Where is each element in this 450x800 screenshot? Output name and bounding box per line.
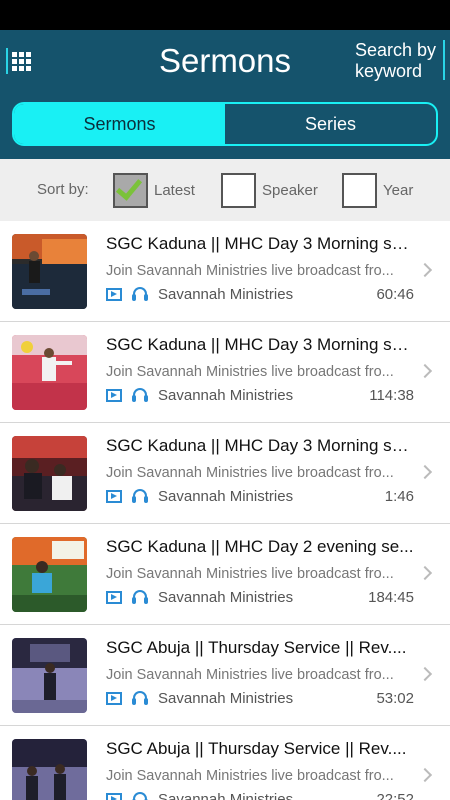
status-bar: [0, 0, 450, 30]
sort-option-label: Speaker: [262, 181, 318, 199]
tab-sermons[interactable]: Sermons: [14, 104, 225, 144]
sermon-meta: Savannah Ministries 22:52: [106, 789, 414, 800]
chevron-right-icon: [417, 666, 433, 682]
sermon-thumbnail: [12, 335, 87, 410]
headphones-icon: [132, 388, 148, 402]
headphones-icon: [132, 691, 148, 705]
sort-option-speaker[interactable]: Speaker: [221, 172, 318, 208]
sermon-duration: 184:45: [368, 588, 414, 606]
sort-option-latest[interactable]: Latest: [113, 172, 195, 208]
chevron-right-icon: [417, 363, 433, 379]
sort-label: Sort by:: [37, 181, 89, 198]
sermon-meta: Savannah Ministries 184:45: [106, 587, 414, 607]
sermon-author: Savannah Ministries: [158, 790, 294, 800]
sermon-thumbnail: [12, 638, 87, 713]
sermon-title: SGC Kaduna || MHC Day 2 evening se...: [106, 537, 414, 556]
sermon-description: Join Savannah Ministries live broadcast …: [106, 364, 394, 380]
list-item[interactable]: SGC Kaduna || MHC Day 3 Morning se... Jo…: [0, 221, 450, 322]
sermon-duration: 22:52: [376, 790, 414, 800]
sort-option-label: Year: [383, 181, 414, 199]
video-icon: [106, 691, 122, 705]
list-item[interactable]: SGC Abuja || Thursday Service || Rev....…: [0, 726, 450, 800]
video-icon: [106, 590, 122, 604]
chevron-right-icon: [417, 767, 433, 783]
list-item[interactable]: SGC Abuja || Thursday Service || Rev....…: [0, 625, 450, 726]
search-label-line1: Search by: [355, 40, 437, 60]
search-by-keyword-button[interactable]: Search by keyword: [355, 40, 445, 81]
tab-series[interactable]: Series: [225, 104, 436, 144]
headphones-icon: [132, 489, 148, 503]
sermon-duration: 53:02: [376, 689, 414, 707]
headphones-icon: [132, 792, 148, 800]
sermon-title: SGC Abuja || Thursday Service || Rev....: [106, 739, 407, 758]
sermon-author: Savannah Ministries: [158, 487, 294, 505]
sermon-description: Join Savannah Ministries live broadcast …: [106, 667, 394, 683]
sermon-meta: Savannah Ministries 53:02: [106, 688, 414, 708]
checkmark-icon: [115, 172, 143, 201]
sermon-meta: Savannah Ministries 60:46: [106, 284, 414, 304]
chevron-right-icon: [417, 262, 433, 278]
sermon-meta: Savannah Ministries 114:38: [106, 385, 414, 405]
sermon-description: Join Savannah Ministries live broadcast …: [106, 566, 394, 582]
sermon-list: SGC Kaduna || MHC Day 3 Morning se... Jo…: [0, 221, 450, 800]
headphones-icon: [132, 287, 148, 301]
sort-option-year[interactable]: Year: [342, 172, 413, 208]
chevron-right-icon: [417, 464, 433, 480]
video-icon: [106, 489, 122, 503]
list-item[interactable]: SGC Kaduna || MHC Day 3 Morning se... Jo…: [0, 322, 450, 423]
chevron-right-icon: [417, 565, 433, 581]
search-label-line2: keyword: [355, 61, 423, 81]
sermon-thumbnail: [12, 234, 87, 309]
sermon-thumbnail: [12, 537, 87, 612]
sermon-description: Join Savannah Ministries live broadcast …: [106, 768, 394, 784]
sermon-thumbnail: [12, 436, 87, 511]
list-item[interactable]: SGC Kaduna || MHC Day 3 Morning se... Jo…: [0, 423, 450, 524]
headphones-icon: [132, 590, 148, 604]
year-checkbox[interactable]: [342, 172, 377, 208]
sermon-duration: 60:46: [376, 285, 414, 303]
sort-option-label: Latest: [154, 181, 195, 199]
sermon-description: Join Savannah Ministries live broadcast …: [106, 465, 394, 481]
sermon-title: SGC Abuja || Thursday Service || Rev....: [106, 638, 407, 657]
video-icon: [106, 287, 122, 301]
sermon-meta: Savannah Ministries 1:46: [106, 486, 414, 506]
sermon-author: Savannah Ministries: [158, 588, 294, 606]
sermon-author: Savannah Ministries: [158, 386, 294, 404]
sermon-duration: 114:38: [369, 386, 414, 404]
sermon-title: SGC Kaduna || MHC Day 3 Morning se...: [106, 436, 414, 455]
list-item[interactable]: SGC Kaduna || MHC Day 2 evening se... Jo…: [0, 524, 450, 625]
sermon-title: SGC Kaduna || MHC Day 3 Morning se...: [106, 234, 414, 253]
sermon-author: Savannah Ministries: [158, 285, 294, 303]
sermon-description: Join Savannah Ministries live broadcast …: [106, 263, 394, 279]
latest-checkbox[interactable]: [113, 172, 148, 208]
sermon-author: Savannah Ministries: [158, 689, 294, 707]
speaker-checkbox[interactable]: [221, 172, 256, 208]
app-header: Sermons Search by keyword Sermons Series: [0, 30, 450, 159]
segmented-control: Sermons Series: [12, 102, 438, 146]
sort-bar: Sort by: Latest Speaker Year: [0, 159, 450, 221]
sermon-title: SGC Kaduna || MHC Day 3 Morning se...: [106, 335, 414, 354]
video-icon: [106, 388, 122, 402]
sermon-duration: 1:46: [384, 487, 414, 505]
video-icon: [106, 792, 122, 800]
sermon-thumbnail: [12, 739, 87, 800]
